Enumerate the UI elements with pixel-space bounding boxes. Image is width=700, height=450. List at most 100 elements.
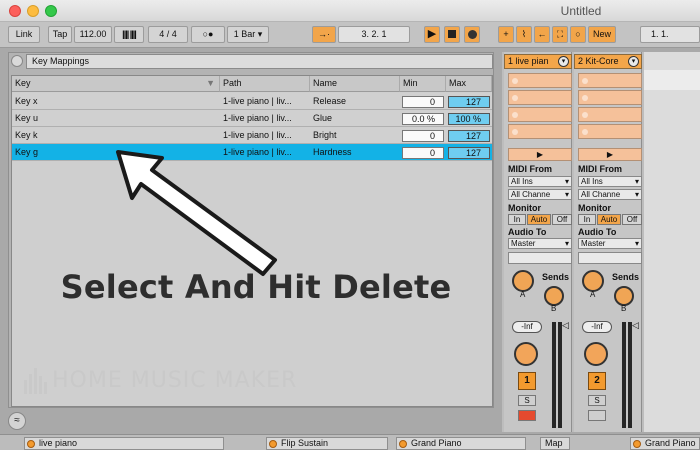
clip-launch-icon[interactable] <box>582 95 588 101</box>
tempo-field[interactable]: 112.00 <box>74 26 112 43</box>
play-icon[interactable]: ▶ <box>424 26 440 43</box>
track-activator-button[interactable]: 1 <box>518 372 536 390</box>
clip-play-icon[interactable]: ▶ <box>578 148 642 161</box>
clip-launch-icon[interactable] <box>582 78 588 84</box>
track-activator-button[interactable]: 2 <box>588 372 606 390</box>
monitor-off-button[interactable]: Off <box>622 214 642 225</box>
column-header-key[interactable]: Key ▼ <box>12 76 220 92</box>
monitor-auto-button[interactable]: Auto <box>527 214 551 225</box>
pan-knob[interactable] <box>584 342 608 366</box>
scene-slot[interactable] <box>644 70 700 90</box>
device-grand-piano[interactable]: Grand Piano <box>396 437 526 450</box>
map-button[interactable]: Map <box>540 437 570 450</box>
output-channel-select[interactable] <box>578 252 642 264</box>
overdub-icon[interactable]: + <box>498 26 514 43</box>
capture-midi-icon[interactable]: ⛶ <box>552 26 568 43</box>
clip-slot[interactable] <box>578 124 642 139</box>
stop-icon[interactable] <box>444 26 460 43</box>
clip-slot[interactable] <box>508 107 572 122</box>
monitor-in-button[interactable]: In <box>578 214 596 225</box>
clip-slot[interactable] <box>578 107 642 122</box>
device-flip-sustain[interactable]: Flip Sustain <box>266 437 388 450</box>
volume-fader-icon[interactable]: ◁ <box>632 320 639 331</box>
follow-arrangement-icon[interactable]: →· <box>312 26 336 43</box>
time-signature-field[interactable]: 4 / 4 <box>148 26 188 43</box>
midi-channel-select[interactable]: All Channe ▾ <box>508 189 572 200</box>
solo-button[interactable]: S <box>588 395 606 406</box>
send-a-knob[interactable] <box>512 270 534 292</box>
sends-label: Sends <box>612 272 640 282</box>
device-power-icon[interactable] <box>269 440 277 448</box>
song-position-field[interactable]: 3. 2. 1 <box>338 26 410 43</box>
clip-slot[interactable] <box>578 90 642 105</box>
audio-output-select[interactable]: Master ▾ <box>508 238 572 249</box>
max-field[interactable]: 127 <box>448 147 490 159</box>
clip-slot[interactable] <box>508 124 572 139</box>
track-title-2[interactable]: 2 Kit-Core ▾ <box>574 54 642 69</box>
midi-channel-select[interactable]: All Channe ▾ <box>578 189 642 200</box>
column-header-name[interactable]: Name <box>310 76 400 92</box>
min-field[interactable]: 0 <box>402 130 444 142</box>
midi-input-select[interactable]: All Ins ▾ <box>508 176 572 187</box>
device-live-piano[interactable]: live piano <box>24 437 224 450</box>
loop-start-field[interactable]: 1. 1. <box>640 26 700 43</box>
monitor-in-button[interactable]: In <box>508 214 526 225</box>
min-field[interactable]: 0.0 % <box>402 113 444 125</box>
clip-launch-icon[interactable] <box>582 129 588 135</box>
track-menu-icon[interactable]: ▾ <box>558 56 569 67</box>
send-b-knob[interactable] <box>614 286 634 306</box>
max-field[interactable]: 100 % <box>448 113 490 125</box>
record-arm-button[interactable] <box>518 410 536 421</box>
device-power-icon[interactable] <box>399 440 407 448</box>
nudge-icon[interactable]: |||| |||| <box>114 26 144 43</box>
track-title-1[interactable]: 1 live pian ▾ <box>504 54 572 69</box>
quantize-select[interactable]: 1 Bar ▾ <box>227 26 269 43</box>
volume-readout[interactable]: -Inf <box>512 321 542 333</box>
device-power-icon[interactable] <box>633 440 641 448</box>
clip-launch-icon[interactable] <box>512 112 518 118</box>
panel-toggle-icon[interactable] <box>11 55 23 67</box>
device-power-icon[interactable] <box>27 440 35 448</box>
audio-output-select[interactable]: Master ▾ <box>578 238 642 249</box>
clip-slot[interactable] <box>508 90 572 105</box>
table-row[interactable]: Key x 1-live piano | liv... Release 0 12… <box>12 93 492 110</box>
clip-launch-icon[interactable] <box>512 78 518 84</box>
clip-launch-icon[interactable] <box>512 95 518 101</box>
device-grand-piano-2[interactable]: Grand Piano <box>630 437 700 450</box>
record-icon[interactable] <box>464 26 480 43</box>
clip-launch-icon[interactable] <box>582 112 588 118</box>
automation-arm-icon[interactable]: ⌇ <box>516 26 532 43</box>
volume-fader-icon[interactable]: ◁ <box>562 320 569 331</box>
track-menu-icon[interactable]: ▾ <box>628 56 639 67</box>
column-header-min[interactable]: Min <box>400 76 446 92</box>
column-header-path[interactable]: Path <box>220 76 310 92</box>
table-row[interactable]: Key u 1-live piano | liv... Glue 0.0 % 1… <box>12 110 492 127</box>
send-a-knob[interactable] <box>582 270 604 292</box>
max-field[interactable]: 127 <box>448 130 490 142</box>
max-field[interactable]: 127 <box>448 96 490 108</box>
min-field[interactable]: 0 <box>402 147 444 159</box>
send-b-knob[interactable] <box>544 286 564 306</box>
solo-button[interactable]: S <box>518 395 536 406</box>
clip-play-icon[interactable]: ▶ <box>508 148 572 161</box>
new-button[interactable]: New <box>588 26 616 43</box>
link-button[interactable]: Link <box>8 26 40 43</box>
clip-slot[interactable] <box>578 73 642 88</box>
clip-slot[interactable] <box>508 73 572 88</box>
monitor-off-button[interactable]: Off <box>552 214 572 225</box>
monitor-auto-button[interactable]: Auto <box>597 214 621 225</box>
volume-readout[interactable]: -Inf <box>582 321 612 333</box>
midi-input-select[interactable]: All Ins ▾ <box>578 176 642 187</box>
min-field[interactable]: 0 <box>402 96 444 108</box>
column-header-max[interactable]: Max <box>446 76 492 92</box>
output-channel-select[interactable] <box>508 252 572 264</box>
record-arm-button[interactable] <box>588 410 606 421</box>
tap-tempo-button[interactable]: Tap <box>48 26 72 43</box>
clip-launch-icon[interactable] <box>512 129 518 135</box>
groove-pool-icon[interactable]: ≈ <box>8 412 26 430</box>
session-record-icon[interactable]: ○ <box>570 26 586 43</box>
pan-knob[interactable] <box>514 342 538 366</box>
back-to-arrangement-icon[interactable]: ← <box>534 26 550 43</box>
device-name: live piano <box>39 438 78 448</box>
metronome-icon[interactable]: ○● <box>191 26 225 43</box>
